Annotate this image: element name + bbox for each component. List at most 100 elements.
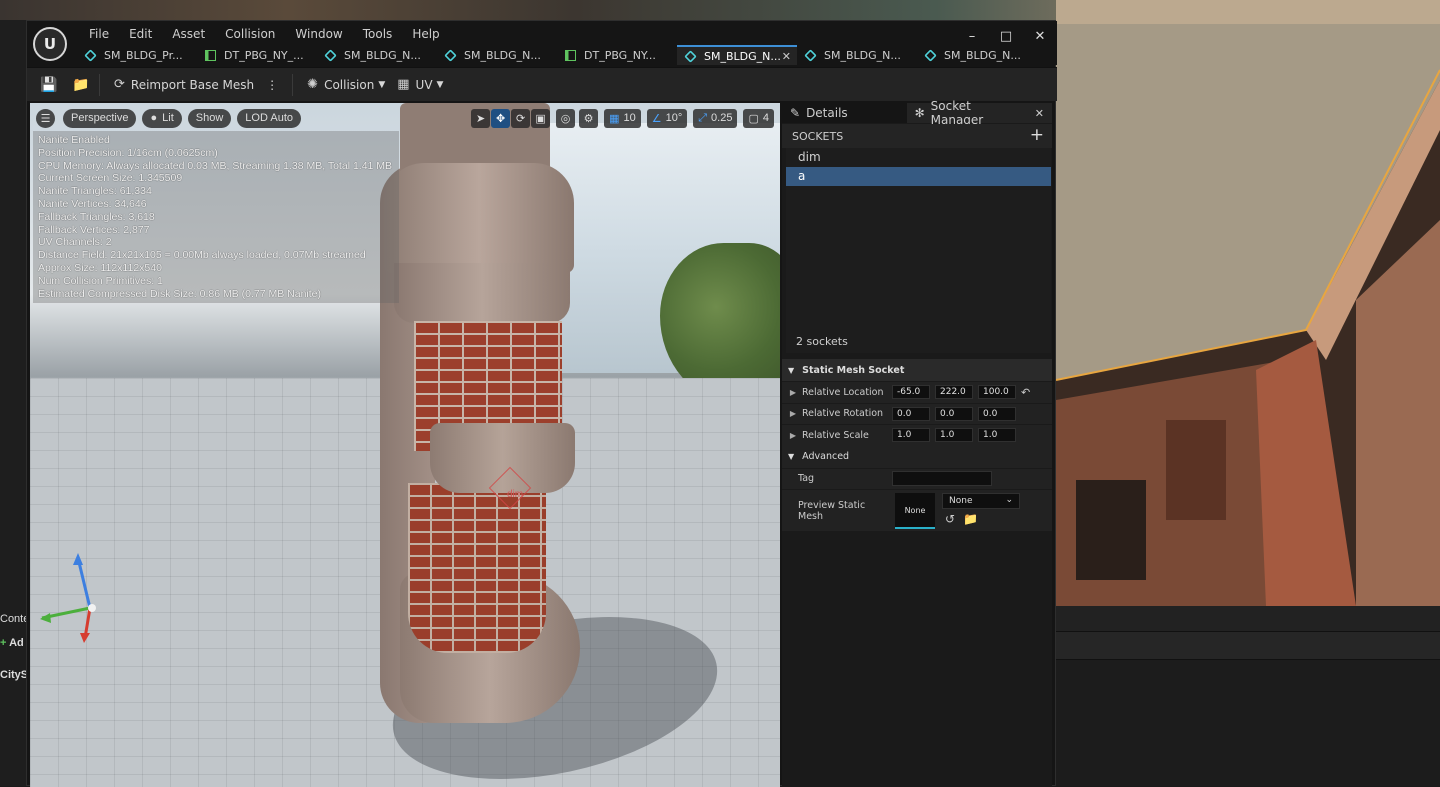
browse-asset-icon[interactable]: 📁 (963, 512, 978, 526)
scale-snap-toggle[interactable]: ⤢ 0.25 (693, 108, 738, 128)
surface-snap-icon[interactable]: ⚙ (579, 108, 599, 128)
tab-asset[interactable]: SM_BLDG_N... (437, 45, 557, 65)
show-button[interactable]: Show (187, 108, 232, 128)
mesh-viewport[interactable]: dim ☰ Perspective ● Lit Show LOD Auto ➤ ✥… (30, 103, 780, 787)
menu-edit[interactable]: Edit (119, 24, 162, 44)
tab-details[interactable]: ✎ Details (782, 103, 907, 123)
grid-snap-icon: ▦ (609, 112, 620, 125)
stat-line: UV Channels: 2 (38, 236, 112, 249)
stat-line: Distance Field: 21x21x105 = 0.00Mb alway… (38, 249, 366, 262)
scale-z-field[interactable]: 1.0 (978, 428, 1016, 443)
static-mesh-icon (684, 49, 697, 63)
asset-tab-strip: SM_BLDG_Pr... DT_PBG_NY_... SM_BLDG_N...… (77, 45, 1037, 65)
background-level-viewport (1056, 0, 1440, 606)
expand-arrow-icon[interactable]: ▶ (786, 431, 800, 440)
menu-asset[interactable]: Asset (162, 24, 215, 44)
tag-label: Tag (798, 473, 815, 485)
lit-button[interactable]: ● Lit (142, 108, 182, 128)
category-static-mesh-socket[interactable]: ▼ Static Mesh Socket (782, 359, 1052, 381)
location-z-field[interactable]: 100.0 (978, 385, 1016, 400)
perspective-button[interactable]: Perspective (63, 108, 137, 128)
socket-item-selected[interactable]: a (786, 167, 1051, 186)
relative-location-row: ▶ Relative Location -65.0 222.0 100.0 ↶ (782, 381, 1052, 403)
tab-asset[interactable]: DT_PBG_NY_... (197, 45, 317, 65)
axis-gizmo-icon (40, 553, 96, 643)
menu-tools[interactable]: Tools (353, 24, 403, 44)
rotation-snap-toggle[interactable]: ∠ 10° (646, 108, 688, 128)
camera-speed-button[interactable]: ▢ 4 (743, 108, 774, 128)
tag-input[interactable] (892, 471, 992, 487)
relative-scale-row: ▶ Relative Scale 1.0 1.0 1.0 (782, 424, 1052, 446)
menu-file[interactable]: File (79, 24, 119, 44)
stat-line: Approx Size: 112x112x540 (38, 261, 162, 274)
socket-properties: ▼ Static Mesh Socket ▶ Relative Location … (782, 359, 1052, 531)
lod-button[interactable]: LOD Auto (237, 108, 301, 128)
title-bar[interactable]: U File Edit Asset Collision Window Tools… (27, 21, 1057, 65)
tab-asset[interactable]: DT_PBG_NY... (557, 45, 677, 65)
tab-asset[interactable]: SM_BLDG_Pr... (77, 45, 197, 65)
expand-arrow-icon[interactable]: ▶ (786, 388, 800, 397)
stat-line: Fallback Vertices: 2,877 (38, 223, 150, 236)
tab-asset[interactable]: SM_BLDG_N... (317, 45, 437, 65)
use-selected-asset-icon[interactable]: ↺ (945, 512, 955, 526)
relative-rotation-row: ▶ Relative Rotation 0.0 0.0 0.0 (782, 402, 1052, 424)
reimport-icon: ⟳ (114, 77, 125, 92)
preview-static-mesh-row: Preview Static Mesh None None ⌄ ↺ 📁 (782, 489, 1052, 531)
menu-help[interactable]: Help (402, 24, 449, 44)
unreal-logo-icon[interactable]: U (33, 27, 67, 61)
viewport-menu-icon[interactable]: ☰ (36, 108, 55, 128)
menu-window[interactable]: Window (285, 24, 352, 44)
static-mesh-icon (324, 48, 337, 62)
socket-label: dim (507, 489, 524, 500)
static-mesh-pillar[interactable] (380, 103, 580, 753)
add-socket-icon[interactable]: + (1030, 125, 1044, 145)
close-tab-icon[interactable]: ✕ (1035, 107, 1044, 120)
menu-bar: File Edit Asset Collision Window Tools H… (79, 24, 450, 44)
collision-dropdown[interactable]: ✺ Collision ▼ (301, 73, 391, 97)
socket-item[interactable]: dim (786, 148, 1051, 167)
stat-line: Num Collision Primitives: 1 (38, 274, 163, 287)
rotation-z-field[interactable]: 0.0 (978, 406, 1016, 421)
preview-static-mesh-label: Preview Static Mesh (798, 499, 866, 522)
data-table-icon (205, 49, 216, 61)
scale-x-field[interactable]: 1.0 (892, 428, 930, 443)
save-icon[interactable]: 💾 (39, 75, 59, 95)
preview-mesh-dropdown[interactable]: None ⌄ (942, 493, 1020, 509)
reset-to-default-icon[interactable]: ↶ (1021, 386, 1030, 399)
location-x-field[interactable]: -65.0 (892, 385, 930, 400)
expand-arrow-icon[interactable]: ▶ (786, 409, 800, 418)
stat-line: Nanite Enabled (38, 134, 110, 146)
scale-y-field[interactable]: 1.0 (935, 428, 973, 443)
menu-collision[interactable]: Collision (215, 24, 285, 44)
location-y-field[interactable]: 222.0 (935, 385, 973, 400)
more-options-icon[interactable]: ⋮ (260, 73, 284, 97)
rotate-mode-icon[interactable]: ⟳ (511, 108, 531, 128)
mesh-thumbnail[interactable]: None (895, 493, 935, 529)
background-add-button[interactable]: + Ad (0, 637, 24, 649)
category-advanced[interactable]: ▼ Advanced (782, 445, 1052, 468)
toolbar-divider (292, 73, 294, 96)
relative-rotation-label: Relative Rotation (802, 408, 884, 420)
tab-asset[interactable]: SM_BLDG_N... (917, 45, 1037, 65)
uv-grid-icon: ▦ (397, 77, 410, 92)
pillar-brick-lower (408, 483, 546, 653)
close-tab-icon[interactable]: ✕ (782, 50, 791, 63)
reimport-base-mesh-button[interactable]: ⟳ Reimport Base Mesh (108, 73, 260, 97)
tab-asset[interactable]: SM_BLDG_N... (797, 45, 917, 65)
stat-line: Fallback Triangles: 3,618 (38, 210, 155, 223)
coordinate-space-icon[interactable]: ◎ (556, 108, 576, 128)
select-mode-icon[interactable]: ➤ (471, 108, 491, 128)
pencil-icon: ✎ (790, 106, 801, 120)
tab-asset-active[interactable]: SM_BLDG_N... ✕ (677, 45, 797, 65)
browse-to-asset-icon[interactable]: 📁 (71, 75, 91, 95)
tab-socket-manager[interactable]: ✻ Socket Manager ✕ (906, 99, 1052, 127)
rotation-x-field[interactable]: 0.0 (892, 406, 930, 421)
background-content-label: Conte (0, 613, 30, 625)
translate-mode-icon[interactable]: ✥ (491, 108, 511, 128)
uv-dropdown[interactable]: ▦ UV ▼ (391, 73, 449, 97)
rotation-y-field[interactable]: 0.0 (935, 406, 973, 421)
background-panel-bar (1056, 606, 1440, 632)
camera-icon: ▢ (748, 112, 759, 125)
grid-snap-toggle[interactable]: ▦ 10 (604, 108, 641, 128)
scale-mode-icon[interactable]: ▣ (531, 108, 551, 128)
